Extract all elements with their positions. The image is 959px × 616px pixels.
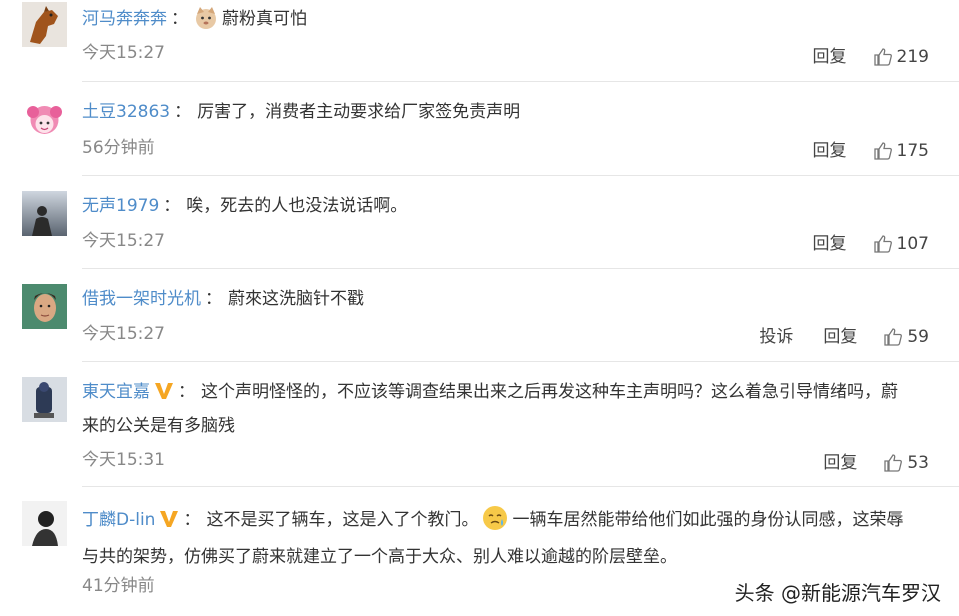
like-count: 59	[907, 327, 929, 347]
comment-text: 这不是买了辆车，这是入了个教门。	[206, 510, 479, 530]
divider	[82, 486, 959, 487]
colon: ：	[178, 382, 195, 402]
crying-face-emoji-icon	[482, 505, 508, 542]
avatar[interactable]	[22, 191, 67, 236]
like-count: 107	[896, 234, 929, 254]
comment-text: 厉害了，消费者主动要求给厂家签免责声明	[197, 102, 521, 122]
reply-button[interactable]: 回复	[813, 45, 847, 69]
avatar[interactable]	[22, 2, 67, 47]
colon: ：	[171, 9, 188, 29]
cat-emoji-icon	[194, 6, 218, 41]
verified-badge-icon	[154, 380, 174, 411]
divider	[82, 81, 959, 82]
like-button[interactable]: 175	[873, 139, 929, 163]
colon: ：	[174, 102, 192, 122]
comment-text: 蔚粉真可怕	[222, 9, 307, 29]
reply-button[interactable]: 回复	[813, 232, 847, 256]
comment-time: 今天15:27	[82, 324, 165, 344]
username[interactable]: 无声1979	[82, 196, 159, 216]
divider	[82, 361, 959, 362]
avatar[interactable]	[22, 377, 67, 422]
username[interactable]: 土豆32863	[82, 102, 170, 122]
divider	[82, 175, 959, 176]
thumb-up-icon	[873, 235, 892, 253]
thumb-up-icon	[873, 142, 892, 160]
avatar[interactable]	[22, 501, 67, 546]
like-button[interactable]: 219	[873, 45, 929, 69]
like-button[interactable]: 59	[883, 325, 929, 349]
comment-time: 56分钟前	[82, 138, 155, 158]
avatar[interactable]	[22, 98, 67, 143]
like-count: 53	[907, 453, 929, 473]
reply-button[interactable]: 回复	[823, 325, 857, 349]
verified-badge-icon	[159, 508, 179, 539]
reply-button[interactable]: 回复	[823, 451, 857, 475]
username[interactable]: 東天宜嘉	[82, 382, 150, 402]
report-button[interactable]: 投诉	[759, 325, 793, 349]
thumb-up-icon	[884, 328, 903, 346]
comment-text: 蔚來这洗脑针不戳	[228, 289, 364, 309]
like-count: 175	[896, 141, 929, 161]
comment-time: 今天15:27	[82, 43, 165, 63]
like-count: 219	[896, 47, 929, 67]
comment-text: 唉，死去的人也没法说话啊。	[186, 196, 408, 216]
username[interactable]: 丁麟D-lin	[82, 510, 155, 530]
reply-button[interactable]: 回复	[813, 139, 847, 163]
comment-time: 今天15:27	[82, 231, 165, 251]
username[interactable]: 借我一架时光机	[82, 289, 201, 309]
comment-time: 今天15:31	[82, 450, 165, 470]
avatar[interactable]	[22, 284, 67, 329]
comment-text-continued: 一辆车居然能带给他们如此强的身份认同感，这荣辱	[512, 510, 904, 530]
watermark: 头条 @新能源汽车罗汉	[734, 581, 941, 605]
like-button[interactable]: 53	[883, 451, 929, 475]
thumb-up-icon	[873, 48, 892, 66]
comment-time: 41分钟前	[82, 576, 155, 596]
thumb-up-icon	[884, 454, 903, 472]
comment-text-continued: 与共的架势，仿佛买了蔚来就建立了一个高于大众、别人难以逾越的阶层壁垒。	[82, 547, 677, 567]
colon: ：	[163, 196, 181, 216]
like-button[interactable]: 107	[873, 232, 929, 256]
colon: ：	[183, 510, 201, 530]
username[interactable]: 河马奔奔奔	[82, 9, 167, 29]
comment-text: 这个声明怪怪的，不应该等调查结果出来之后再发这种车主声明吗？这么着急引导情绪吗，…	[201, 382, 898, 402]
comment-text-continued: 来的公关是有多脑残	[82, 416, 235, 436]
colon: ：	[205, 289, 222, 309]
divider	[82, 268, 959, 269]
